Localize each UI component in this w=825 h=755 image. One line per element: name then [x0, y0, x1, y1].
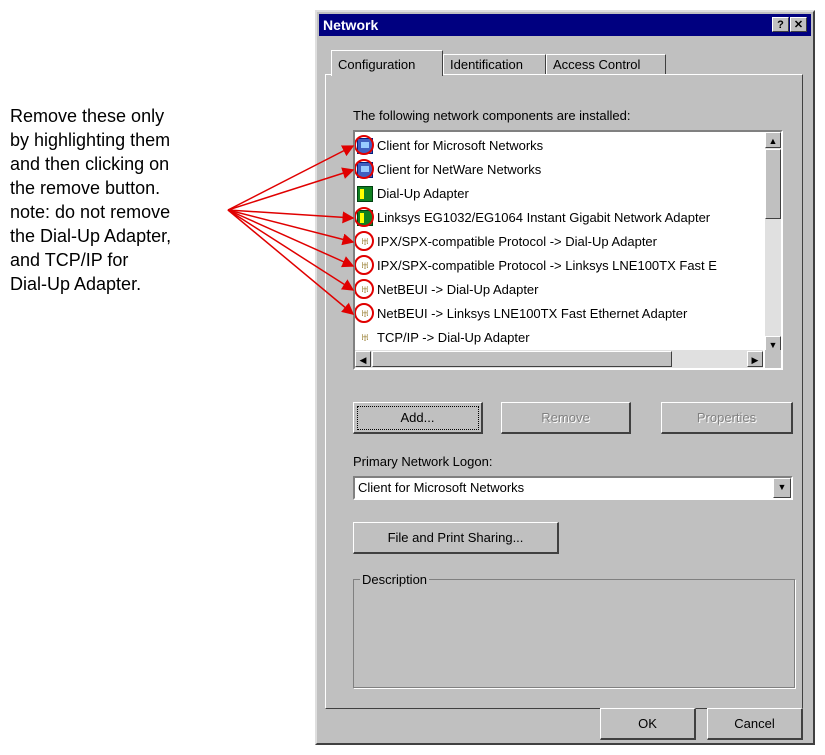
annotation-arrows [227, 145, 355, 315]
annotation-arrow [227, 167, 355, 211]
tab-configuration[interactable]: Configuration [331, 50, 443, 76]
annotation-arrow [227, 209, 355, 224]
annotation-arrow [227, 209, 355, 291]
annotation-arrow [227, 209, 355, 268]
annotation-arrow [227, 145, 355, 211]
